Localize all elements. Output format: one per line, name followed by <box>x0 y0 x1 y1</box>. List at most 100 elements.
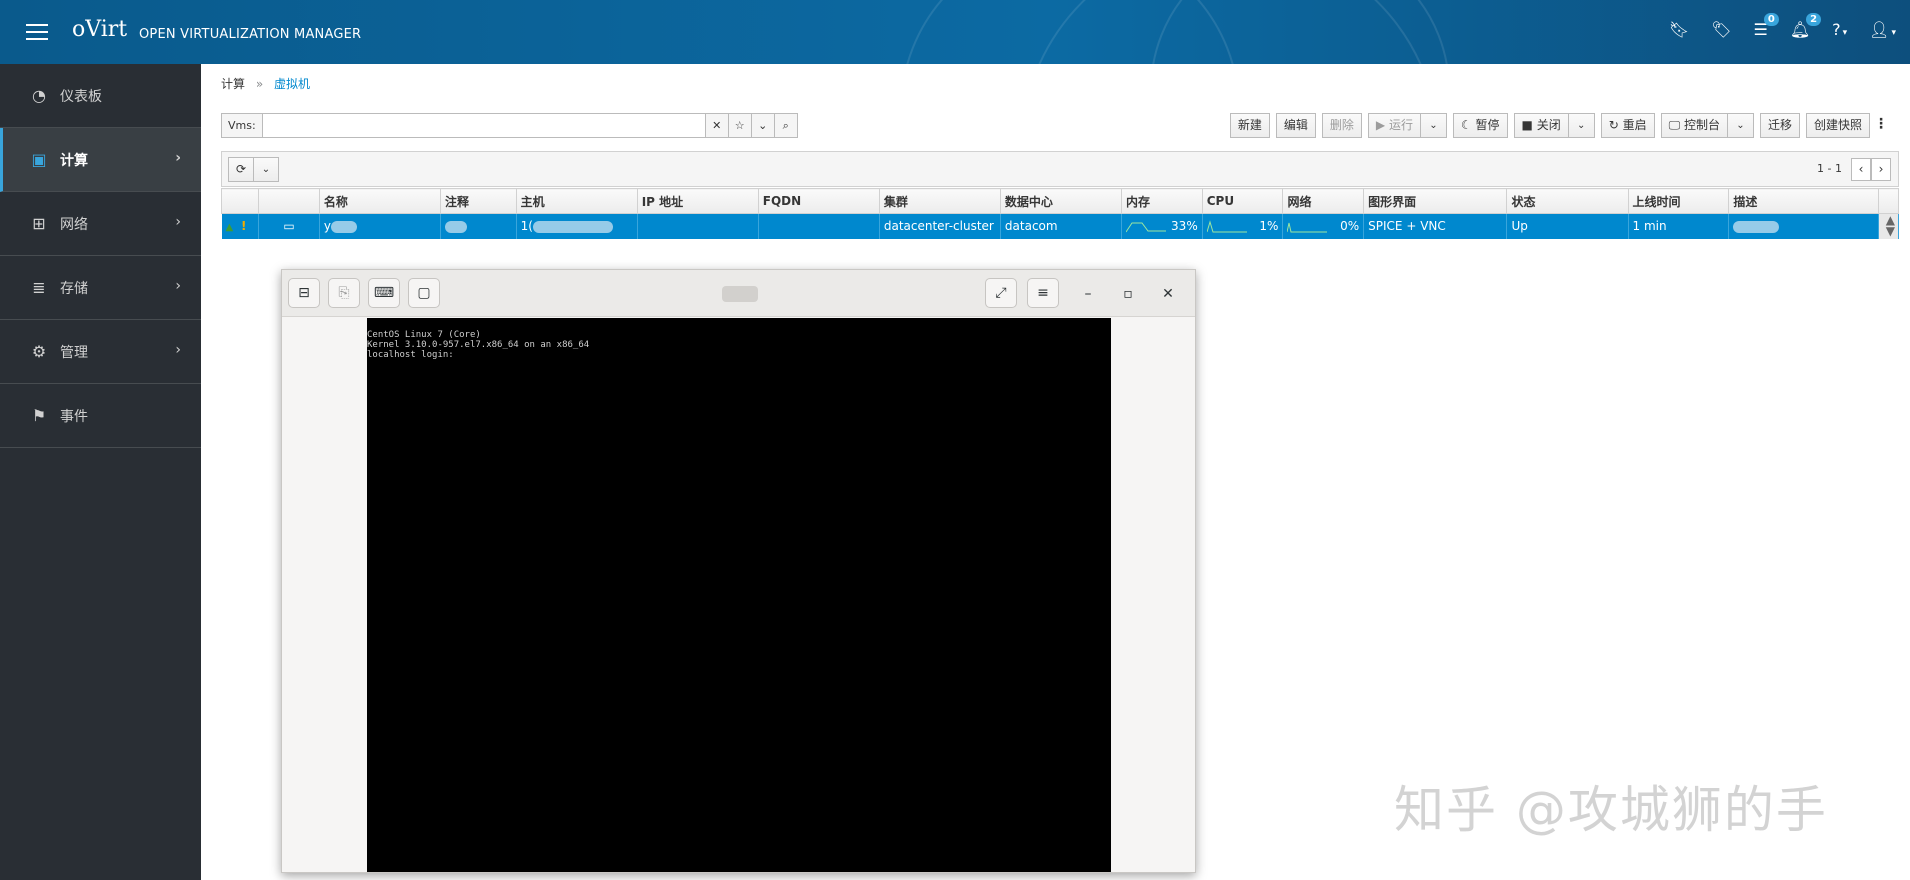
run-dropdown-chevron-down-icon[interactable]: ⌄ <box>1420 113 1447 138</box>
shutdown-button-group: ■ 关闭 ⌄ <box>1513 113 1595 138</box>
column-header-description[interactable]: 描述 <box>1728 188 1879 214</box>
events-badge: 2 <box>1806 13 1822 26</box>
bell-icon[interactable]: 🔔︎ 2 <box>1790 13 1822 39</box>
column-header-cluster[interactable]: 集群 <box>878 188 1001 214</box>
create-snapshot-button[interactable]: 创建快照 <box>1805 113 1870 138</box>
chevron-right-icon: › <box>175 150 181 166</box>
tasks-badge: 0 <box>1763 13 1779 26</box>
column-header-graphics[interactable]: 图形界面 <box>1363 188 1508 214</box>
row-scroll-icon[interactable]: ▲ ▼ <box>1878 213 1900 239</box>
console-button[interactable]: 🖵 控制台 <box>1660 113 1728 138</box>
previous-page-icon[interactable]: ‹ <box>1851 158 1871 181</box>
vm-table: 名称 注释 主机 IP 地址 FQDN 集群 数据中心 内存 CPU 网络 图形… <box>220 188 1900 239</box>
monitor-icon[interactable]: ▢ <box>408 278 440 308</box>
sidebar-item-label: 仪表板 <box>60 88 102 105</box>
hamburger-menu-icon[interactable] <box>26 24 48 40</box>
console-titlebar[interactable]: ⊟ ⎘ ⌨ ▢ ⤢ ≡ – ▫ ✕ <box>282 270 1195 317</box>
sidebar-item-storage[interactable]: ≣ 存储 › <box>0 256 201 320</box>
sidebar-item-dashboard[interactable]: ◔ 仪表板 <box>0 64 201 128</box>
breadcrumb-separator: » <box>255 77 264 91</box>
search-icon[interactable]: ⌕ <box>774 113 798 138</box>
sidebar-item-events[interactable]: ⚑ 事件 <box>0 384 201 448</box>
search-bar: Vms: ✕ ☆ ⌄ ⌕ <box>221 113 798 138</box>
column-header-type-icon[interactable] <box>258 188 320 214</box>
refresh-icon[interactable]: ⟳ <box>228 157 254 182</box>
column-header-fqdn[interactable]: FQDN <box>757 188 880 214</box>
next-page-icon[interactable]: › <box>1871 158 1891 181</box>
star-bookmark-icon[interactable]: ☆ <box>728 113 752 138</box>
kebab-menu-icon[interactable]: ⋮ <box>1874 116 1888 132</box>
cpu-icon: ▣ <box>31 150 47 169</box>
tasks-icon[interactable]: ☰ 0 <box>1753 13 1779 39</box>
bookmark-icon[interactable]: 🔖︎ <box>1669 20 1689 39</box>
migrate-vm-button[interactable]: 迁移 <box>1759 113 1800 138</box>
column-header-network[interactable]: 网络 <box>1282 188 1365 214</box>
ip-cell <box>637 213 759 239</box>
column-header-uptime[interactable]: 上线时间 <box>1627 188 1730 214</box>
fqdn-cell <box>758 213 880 239</box>
column-header-comment[interactable]: 注释 <box>439 188 517 214</box>
sidebar: ◔ 仪表板 ▣ 计算 › ⊞ 网络 › ≣ 存储 › ⚙ 管理 › ⚑ 事件 <box>0 64 201 880</box>
refresh-options-chevron-down-icon[interactable]: ⌄ <box>253 157 279 182</box>
comment-cell <box>440 213 517 239</box>
remote-viewer-window: ⊟ ⎘ ⌨ ▢ ⤢ ≡ – ▫ ✕ CentOS Linux 7 (Core) … <box>281 269 1196 873</box>
edit-vm-button[interactable]: 编辑 <box>1275 113 1316 138</box>
column-header-cpu[interactable]: CPU <box>1201 188 1284 214</box>
new-vm-button[interactable]: 新建 <box>1229 113 1270 138</box>
description-cell <box>1728 213 1879 239</box>
console-button-group: 🖵 控制台 ⌄ <box>1660 113 1754 138</box>
shutdown-dropdown-chevron-down-icon[interactable]: ⌄ <box>1568 113 1595 138</box>
cluster-cell: datacenter-cluster <box>879 213 1001 239</box>
send-key-icon[interactable]: ⌨ <box>368 278 400 308</box>
column-header-memory[interactable]: 内存 <box>1121 188 1203 214</box>
tags-icon[interactable]: 🏷︎ <box>1711 20 1731 39</box>
chevron-down-icon[interactable]: ⌄ <box>751 113 775 138</box>
column-header-status-icon[interactable] <box>220 188 260 214</box>
dashboard-icon: ◔ <box>32 86 46 105</box>
run-vm-button[interactable]: ▶ 运行 <box>1367 113 1421 138</box>
run-button-group: ▶ 运行 ⌄ <box>1367 113 1447 138</box>
table-header-row: 名称 注释 主机 IP 地址 FQDN 集群 数据中心 内存 CPU 网络 图形… <box>220 188 1900 214</box>
console-line: localhost login: <box>367 350 454 360</box>
menu-icon[interactable]: ≡ <box>1027 278 1059 308</box>
storage-icon: ≣ <box>32 278 46 297</box>
name-cell: y <box>319 213 441 239</box>
vm-console-screen[interactable]: CentOS Linux 7 (Core) Kernel 3.10.0-957.… <box>367 318 1111 872</box>
breadcrumb-current[interactable]: 虚拟机 <box>274 77 310 91</box>
displays-icon[interactable]: ⊟ <box>288 278 320 308</box>
masthead: oVirt OPEN VIRTUALIZATION MANAGER 🔖︎ 🏷︎ … <box>0 0 1910 64</box>
table-toolbar: ⟳ ⌄ 1 - 1 ‹ › <box>221 151 1899 187</box>
suspend-vm-button[interactable]: ☾ 暂停 <box>1452 113 1508 138</box>
sidebar-item-label: 事件 <box>60 408 88 425</box>
table-row[interactable]: ▲ ! ▭ y 1( datacenter-cluster datacom 33… <box>221 213 1900 239</box>
minimize-icon[interactable]: – <box>1076 282 1100 306</box>
reboot-vm-button[interactable]: ↻ 重启 <box>1600 113 1655 138</box>
sidebar-item-compute[interactable]: ▣ 计算 › <box>0 128 201 192</box>
breadcrumb-parent[interactable]: 计算 <box>221 77 245 91</box>
sidebar-item-network[interactable]: ⊞ 网络 › <box>0 192 201 256</box>
help-icon[interactable]: ? ▾ <box>1832 20 1847 39</box>
sidebar-item-label: 网络 <box>60 216 88 233</box>
network-cell: 0% <box>1282 213 1365 239</box>
brand-logo[interactable]: oVirt <box>72 17 127 42</box>
column-header-host[interactable]: 主机 <box>515 188 638 214</box>
shutdown-vm-button[interactable]: ■ 关闭 <box>1513 113 1569 138</box>
column-header-name[interactable]: 名称 <box>318 188 441 214</box>
gear-icon: ⚙ <box>31 342 47 361</box>
column-header-ip[interactable]: IP 地址 <box>636 188 759 214</box>
column-header-datacenter[interactable]: 数据中心 <box>999 188 1123 214</box>
host-cell: 1( <box>516 213 638 239</box>
status-text-cell: Up <box>1506 213 1629 239</box>
sidebar-item-administration[interactable]: ⚙ 管理 › <box>0 320 201 384</box>
search-input[interactable] <box>261 113 706 138</box>
column-header-status[interactable]: 状态 <box>1506 188 1629 214</box>
clear-search-icon[interactable]: ✕ <box>705 113 729 138</box>
console-line: Kernel 3.10.0-957.el7.x86_64 on an x86_6… <box>367 340 590 350</box>
user-icon[interactable]: 👤︎ ▾ <box>1869 20 1896 39</box>
console-dropdown-chevron-down-icon[interactable]: ⌄ <box>1727 113 1754 138</box>
fullscreen-icon[interactable]: ⤢ <box>985 278 1017 308</box>
maximize-icon[interactable]: ▫ <box>1116 282 1140 306</box>
usb-redirect-icon[interactable]: ⎘ <box>328 278 360 308</box>
delete-vm-button[interactable]: 删除 <box>1321 113 1362 138</box>
close-icon[interactable]: ✕ <box>1156 282 1180 306</box>
